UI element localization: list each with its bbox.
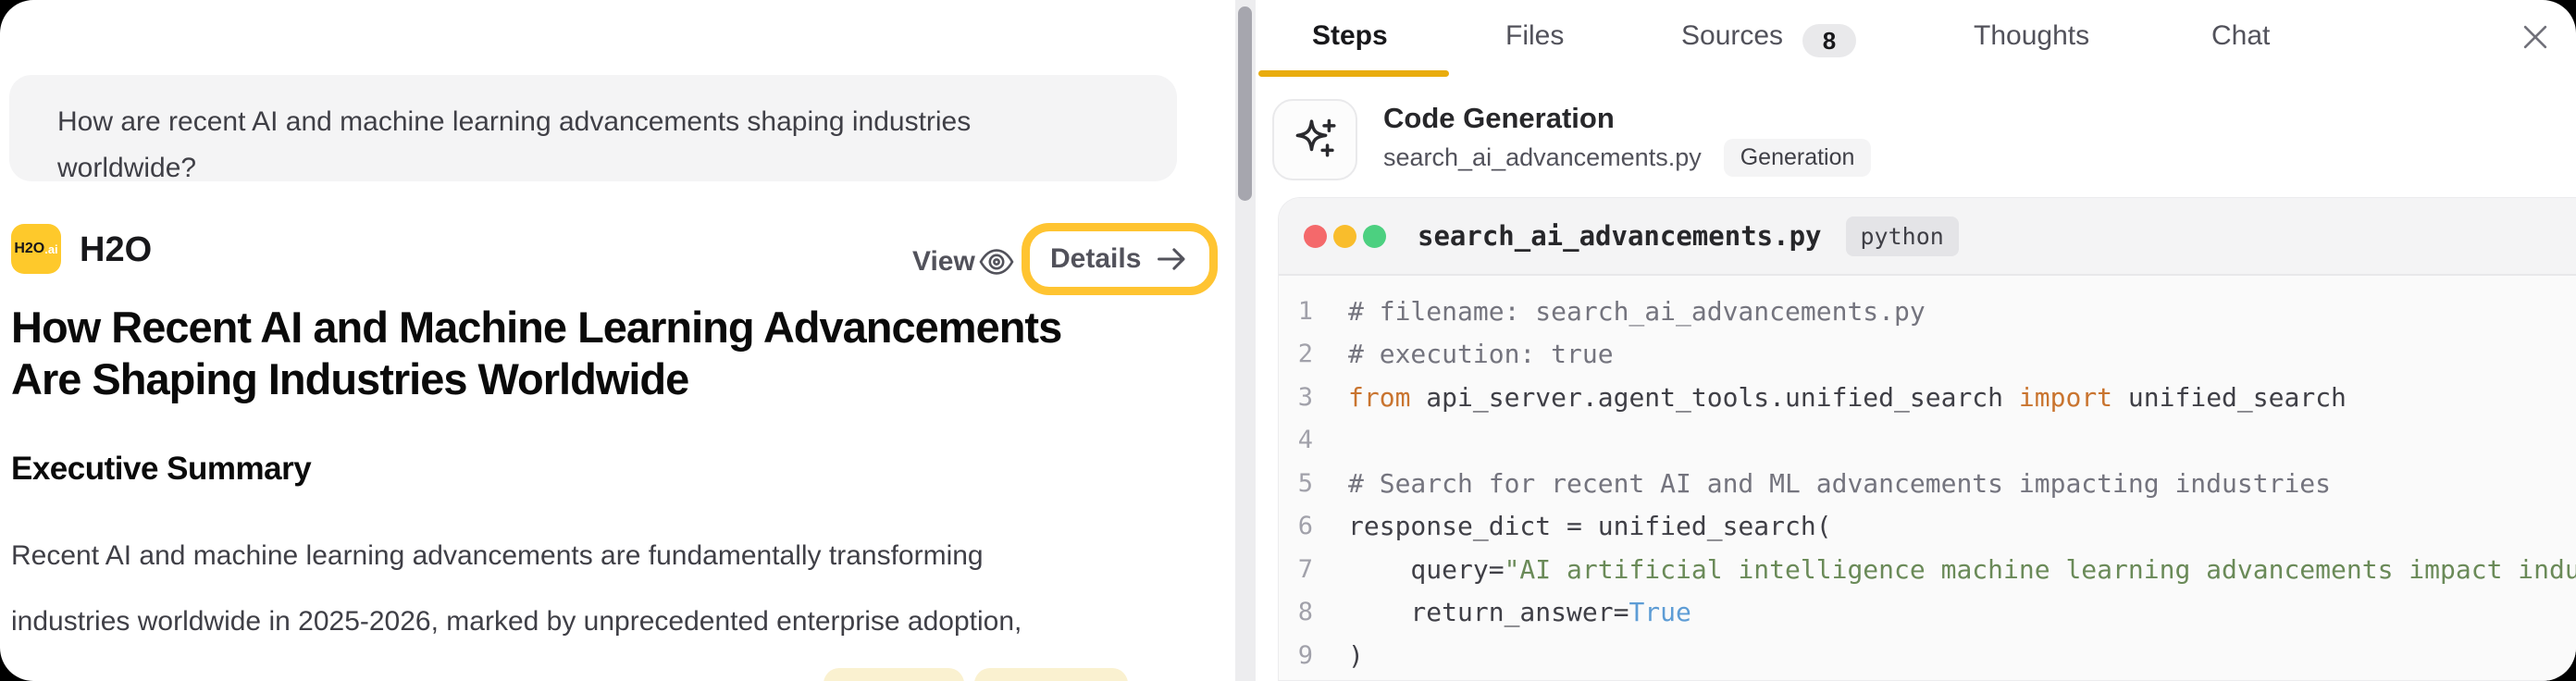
line-number: 8 xyxy=(1296,598,1313,626)
app-window: How are recent AI and machine learning a… xyxy=(0,0,2576,681)
code-line-text: ) xyxy=(1348,640,1364,671)
close-icon[interactable] xyxy=(2515,17,2556,57)
article-body-line: Recent AI and machine learning advanceme… xyxy=(11,540,984,572)
line-number: 2 xyxy=(1296,340,1313,368)
source-name: H2O xyxy=(80,230,152,270)
tab-thoughts[interactable]: Thoughts xyxy=(1974,20,2089,52)
code-line-text: # filename: search_ai_advancements.py xyxy=(1348,296,1926,327)
sources-count-badge: 8 xyxy=(1802,24,1856,57)
tab-files[interactable]: Files xyxy=(1505,20,1564,52)
article-title-line: How Recent AI and Machine Learning Advan… xyxy=(11,302,1061,353)
eye-icon[interactable] xyxy=(977,242,1016,281)
scrollbar-thumb[interactable] xyxy=(1238,6,1252,201)
scrollbar-track[interactable] xyxy=(1235,0,1256,681)
code-line-text: from api_server.agent_tools.unified_sear… xyxy=(1348,382,2347,413)
line-number: 7 xyxy=(1296,555,1313,584)
line-number: 6 xyxy=(1296,512,1313,540)
step-filename: search_ai_advancements.py xyxy=(1383,143,1702,172)
traffic-light-red-icon xyxy=(1304,225,1327,248)
code-line: 6 response_dict = unified_search( xyxy=(1279,505,2576,549)
line-number: 4 xyxy=(1296,426,1313,454)
details-button[interactable]: Details xyxy=(1022,223,1218,295)
code-line-text: response_dict = unified_search( xyxy=(1348,511,1832,541)
language-badge: python xyxy=(1846,217,1959,256)
tab-steps[interactable]: Steps xyxy=(1312,20,1388,52)
code-line-text: return_answer=True xyxy=(1348,597,1691,627)
user-question-bubble: How are recent AI and machine learning a… xyxy=(9,75,1177,181)
tab-chat[interactable]: Chat xyxy=(2211,20,2270,52)
line-number: 9 xyxy=(1296,641,1313,670)
code-editor: search_ai_advancements.py python 1 # file… xyxy=(1278,197,2576,681)
question-text-line: How are recent AI and machine learning a… xyxy=(57,99,1129,145)
code-line: 3 from api_server.agent_tools.unified_sea… xyxy=(1279,376,2576,419)
code-line: 9) xyxy=(1279,634,2576,677)
code-line-text: query="AI artificial intelligence machin… xyxy=(1348,554,2576,585)
code-line: 5 # Search for recent AI and ML advanceme… xyxy=(1279,462,2576,505)
citation-pill[interactable] xyxy=(974,668,1128,681)
question-text-line: worldwide? xyxy=(57,145,1129,192)
article-title-line: Are Shaping Industries Worldwide xyxy=(11,353,688,404)
article-body-line: industries worldwide in 2025-2026, marke… xyxy=(11,606,1022,638)
step-subtitle: search_ai_advancements.py Generation xyxy=(1383,139,1871,177)
line-number: 3 xyxy=(1296,383,1313,412)
step-icon-button[interactable] xyxy=(1272,99,1357,180)
step-generation-badge: Generation xyxy=(1724,139,1872,177)
section-heading: Executive Summary xyxy=(11,451,311,488)
sparkle-icon xyxy=(1289,114,1341,166)
details-button-label: Details xyxy=(1050,243,1141,275)
arrow-right-icon xyxy=(1154,241,1189,277)
h2o-logo-text: H2O xyxy=(14,241,44,257)
screen: How are recent AI and machine learning a… xyxy=(0,0,2576,681)
code-line: 7 query="AI artificial intelligence mach… xyxy=(1279,548,2576,591)
code-line: 8 return_answer=True xyxy=(1279,591,2576,635)
code-filename: search_ai_advancements.py xyxy=(1418,220,1822,252)
code-body[interactable]: 1 # filename: search_ai_advancements.py 2… xyxy=(1279,276,2576,677)
code-line: 2 # execution: true xyxy=(1279,333,2576,377)
code-line-text: # Search for recent AI and ML advancemen… xyxy=(1348,468,2331,499)
h2o-logo: H2O.ai xyxy=(11,224,61,274)
code-line: 4 xyxy=(1279,419,2576,463)
step-title: Code Generation xyxy=(1383,102,1615,135)
code-line: 1 # filename: search_ai_advancements.py xyxy=(1279,290,2576,333)
line-number: 5 xyxy=(1296,469,1313,498)
tab-sources[interactable]: Sources xyxy=(1681,20,1783,52)
traffic-light-yellow-icon xyxy=(1333,225,1356,248)
code-editor-header: search_ai_advancements.py python xyxy=(1279,198,2576,276)
code-line-text: # execution: true xyxy=(1348,339,1614,369)
traffic-light-green-icon xyxy=(1363,225,1386,248)
active-tab-underline xyxy=(1258,70,1449,77)
line-number: 1 xyxy=(1296,297,1313,326)
view-button[interactable]: View xyxy=(912,246,975,278)
h2o-logo-suffix: .ai xyxy=(44,242,57,256)
citation-pill[interactable] xyxy=(824,668,964,681)
